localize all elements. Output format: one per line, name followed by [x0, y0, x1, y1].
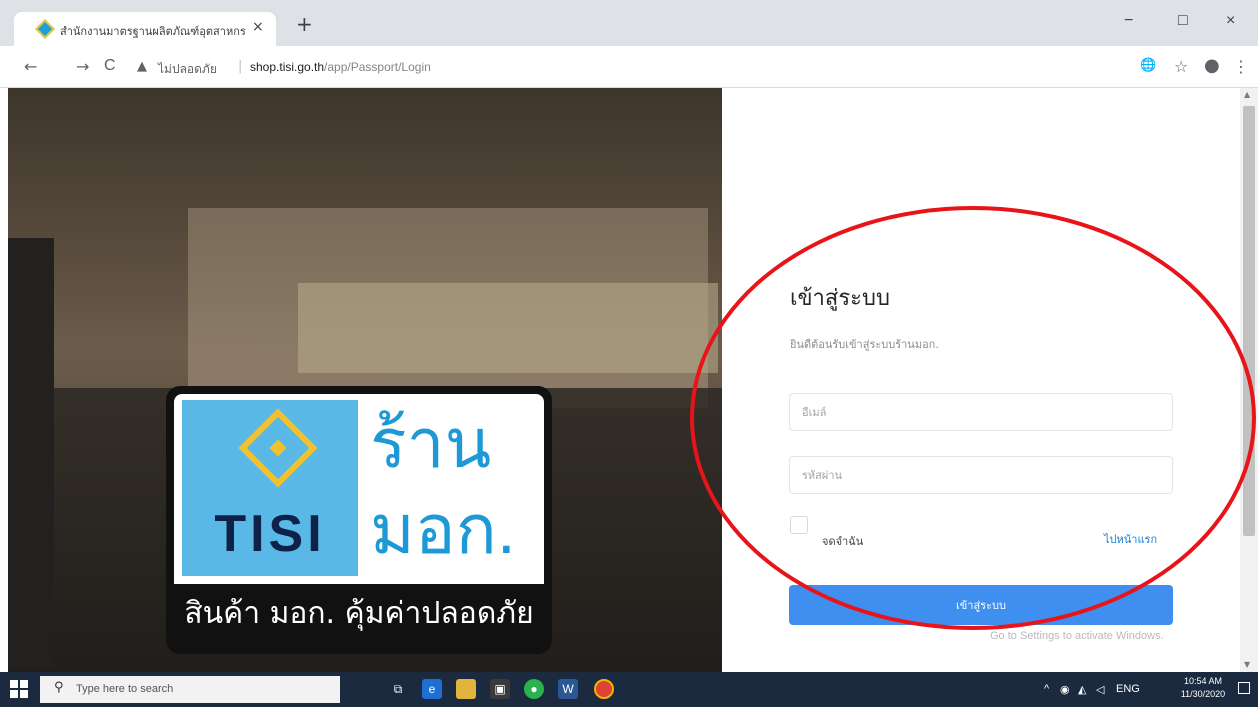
- translate-icon[interactable]: 🌐: [1140, 58, 1156, 73]
- bookmark-star-icon[interactable]: ☆: [1174, 57, 1188, 76]
- logo-blue-block: TISI: [182, 400, 358, 576]
- browser-tab[interactable]: สำนักงานมาตรฐานผลิตภัณฑ์อุตสาหกรรม ×: [14, 12, 276, 46]
- omnibox-divider: |: [238, 59, 243, 74]
- file-explorer-icon[interactable]: [456, 679, 476, 699]
- close-window-button[interactable]: ×: [1226, 12, 1235, 30]
- profile-avatar-icon[interactable]: ●: [1204, 55, 1220, 76]
- security-label[interactable]: ไม่ปลอดภัย: [158, 60, 217, 79]
- forward-button[interactable]: →: [76, 57, 89, 76]
- volume-icon[interactable]: ◁: [1096, 683, 1104, 696]
- red-annotation-ellipse: [690, 206, 1256, 630]
- menu-kebab-icon[interactable]: ⋮: [1233, 57, 1249, 76]
- logo-brand-text: TISI: [214, 505, 326, 563]
- notification-center-icon[interactable]: [1238, 682, 1250, 694]
- tray-app-icon[interactable]: ◉: [1060, 683, 1070, 696]
- back-button[interactable]: ←: [24, 57, 37, 76]
- tisi-favicon-icon: [35, 19, 55, 39]
- system-clock[interactable]: 10:54 AM 11/30/2020: [1180, 675, 1226, 701]
- minimize-button[interactable]: −: [1124, 12, 1133, 30]
- address-bar[interactable]: shop.tisi.go.th/app/Passport/Login: [250, 60, 431, 74]
- store-icon[interactable]: ▣: [490, 679, 510, 699]
- logo-slogan: สินค้า มอก. คุ้มค่าปลอดภัย: [184, 596, 534, 631]
- word-app-icon[interactable]: W: [558, 679, 578, 699]
- tab-close-icon[interactable]: ×: [252, 19, 264, 35]
- scroll-down-icon[interactable]: ▼: [1244, 660, 1250, 669]
- task-view-icon[interactable]: ⧉: [388, 679, 408, 699]
- maximize-button[interactable]: □: [1178, 12, 1188, 30]
- hero-standee: [8, 238, 54, 668]
- line-app-icon[interactable]: ●: [524, 679, 544, 699]
- logo-mok-text: มอก.: [370, 492, 516, 568]
- scroll-up-icon[interactable]: ▲: [1244, 90, 1250, 99]
- url-path: /app/Passport/Login: [324, 60, 431, 74]
- tisi-shop-logo: TISI ร้าน มอก. สินค้า มอก. คุ้มค่าปลอดภั…: [166, 386, 552, 654]
- reload-button[interactable]: C: [104, 57, 116, 75]
- tray-overflow-icon[interactable]: ^: [1044, 683, 1049, 695]
- windows-start-icon[interactable]: [10, 680, 28, 698]
- warning-triangle-icon[interactable]: ▲: [137, 59, 147, 74]
- chrome-app-icon[interactable]: [594, 679, 614, 699]
- taskbar-search-text[interactable]: Type here to search: [76, 683, 173, 695]
- search-icon: ⚲: [54, 680, 64, 695]
- edge-browser-icon[interactable]: e: [422, 679, 442, 699]
- windows-activation-watermark: Go to Settings to activate Windows.: [990, 630, 1164, 642]
- logo-shop-text: ร้าน: [370, 406, 492, 482]
- hero-stage-banner: [298, 283, 718, 373]
- clock-time: 10:54 AM: [1183, 676, 1223, 686]
- clock-date: 11/30/2020: [1180, 689, 1226, 699]
- language-indicator[interactable]: ENG: [1116, 683, 1140, 695]
- url-host: shop.tisi.go.th: [250, 60, 325, 74]
- new-tab-button[interactable]: +: [296, 14, 313, 34]
- tab-title: สำนักงานมาตรฐานผลิตภัณฑ์อุตสาหกรรม: [60, 26, 246, 38]
- logo-panel: TISI ร้าน มอก.: [174, 394, 544, 584]
- tisi-emblem-icon: [238, 408, 318, 488]
- network-icon[interactable]: ◭: [1078, 683, 1086, 696]
